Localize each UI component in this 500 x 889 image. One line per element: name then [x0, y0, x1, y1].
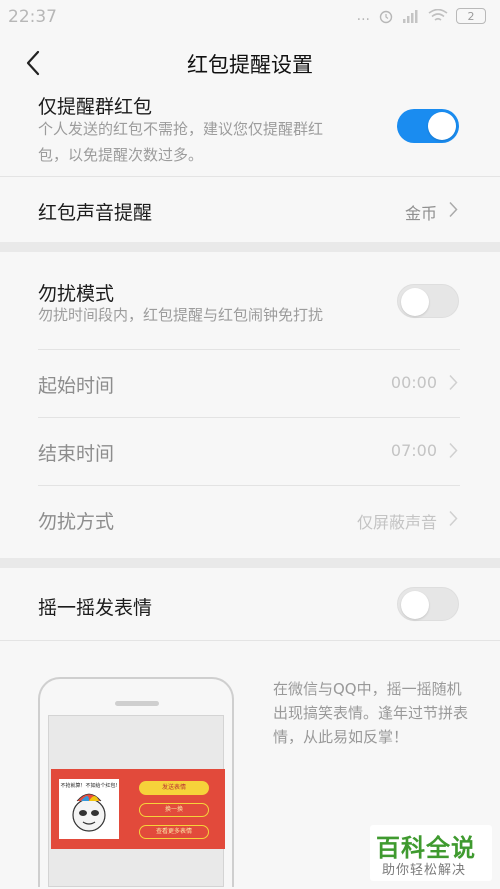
chevron-right-icon: [449, 374, 458, 391]
row-sound[interactable]: 红包声音提醒 金币: [0, 177, 500, 242]
status-time: 22:37: [8, 7, 57, 27]
divider: [0, 640, 500, 641]
group-only-title: 仅提醒群红包: [38, 96, 153, 118]
phone-screen: 不抢就算！不如给个红包! 发送表情 换一换 查看更多表情: [48, 715, 225, 887]
chevron-right-icon: [449, 442, 458, 459]
toggle-knob: [401, 591, 429, 619]
row-dnd: 勿扰模式 勿扰时间段内，红包提醒与红包闹钟免打扰: [0, 252, 500, 349]
row-shake: 摇一摇发表情: [0, 568, 500, 640]
dnd-method-value: 仅屏蔽声音: [356, 513, 437, 532]
group-only-desc-line1: 个人发送的红包不需抢，建议您仅提醒群红: [38, 120, 324, 138]
meme-image: 不抢就算！不如给个红包!: [59, 779, 119, 839]
sound-title: 红包声音提醒: [38, 202, 153, 224]
toggle-knob: [428, 112, 456, 140]
shuffle-button: 换一换: [139, 803, 209, 817]
status-bar: 22:37 ... 2: [0, 0, 500, 34]
section-gap: [0, 242, 500, 252]
dnd-toggle[interactable]: [397, 284, 459, 318]
dnd-desc: 勿扰时间段内，红包提醒与红包闹钟免打扰: [38, 306, 324, 324]
sound-value: 金币: [404, 204, 437, 223]
start-time-title: 起始时间: [38, 375, 115, 397]
alarm-icon: [379, 10, 393, 24]
shake-title: 摇一摇发表情: [38, 597, 153, 619]
meme-card: 不抢就算！不如给个红包! 发送表情 换一换 查看更多表情: [51, 769, 225, 849]
status-icons: ... 2: [357, 8, 486, 24]
row-dnd-method[interactable]: 勿扰方式 仅屏蔽声音: [0, 486, 500, 553]
start-time-value: 00:00: [390, 373, 437, 392]
dnd-method-title: 勿扰方式: [38, 511, 115, 533]
more-dots-icon: ...: [356, 8, 370, 24]
group-only-desc-line2: 包，以免提醒次数过多。: [38, 146, 204, 164]
chevron-right-icon: [449, 510, 458, 527]
watermark-logo: 百科全说 助你轻松解决: [370, 825, 492, 881]
nav-bar: 红包提醒设置: [0, 34, 500, 92]
group-only-toggle[interactable]: [397, 109, 459, 143]
phone-speaker: [115, 701, 159, 706]
promo-description: 在微信与QQ中，摇一摇随机出现搞笑表情。逢年过节拼表情，从此易如反掌！: [273, 680, 469, 746]
shake-toggle[interactable]: [397, 587, 459, 621]
row-group-only: 仅提醒群红包 个人发送的红包不需抢，建议您仅提醒群红 包，以免提醒次数过多。: [0, 92, 500, 174]
card-dnd: 勿扰模式 勿扰时间段内，红包提醒与红包闹钟免打扰 起始时间 00:00 结束时间…: [0, 252, 500, 558]
signal-icon: [403, 10, 418, 23]
end-time-title: 结束时间: [38, 443, 115, 465]
settings-content: 仅提醒群红包 个人发送的红包不需抢，建议您仅提醒群红 包，以免提醒次数过多。 红…: [0, 92, 500, 889]
section-gap: [0, 558, 500, 568]
chevron-right-icon: [449, 201, 458, 218]
end-time-value: 07:00: [390, 441, 437, 460]
card-red-packet: 仅提醒群红包 个人发送的红包不需抢，建议您仅提醒群红 包，以免提醒次数过多。 红…: [0, 92, 500, 242]
watermark-title: 百科全说: [376, 834, 476, 862]
row-end-time[interactable]: 结束时间 07:00: [0, 418, 500, 485]
wifi-icon: [428, 9, 448, 21]
row-start-time[interactable]: 起始时间 00:00: [0, 350, 500, 417]
watermark-subtitle: 助你轻松解决: [382, 863, 467, 878]
toggle-knob: [401, 288, 429, 316]
phone-illustration: 不抢就算！不如给个红包! 发送表情 换一换 查看更多表情: [38, 677, 234, 887]
more-memes-button: 查看更多表情: [139, 825, 209, 839]
page-title: 红包提醒设置: [187, 53, 313, 77]
panda-face-icon: [72, 793, 106, 832]
battery-icon: 2: [456, 8, 486, 24]
send-meme-button: 发送表情: [139, 781, 209, 795]
